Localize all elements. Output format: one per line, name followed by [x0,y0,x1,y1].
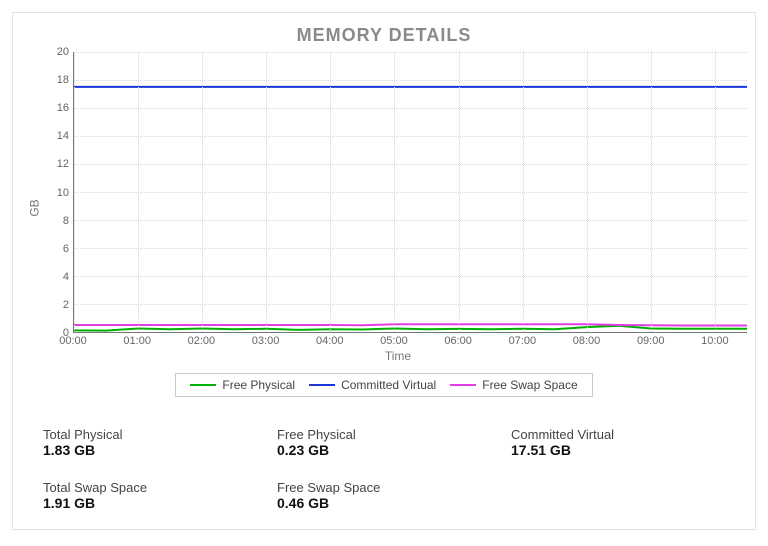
chart-column: 02468101214161820 00:0001:0002:0003:0004… [49,52,747,363]
gridline-h [74,304,747,305]
gridline-v [330,52,331,332]
gridline-h [74,192,747,193]
gridline-h [74,136,747,137]
legend: Free Physical Committed Virtual Free Swap … [175,373,592,397]
gridline-v [74,52,75,332]
x-tick: 05:00 [380,335,408,347]
stat: Committed Virtual17.51 GB [511,427,725,458]
gridline-h [74,164,747,165]
y-tick: 16 [57,102,69,114]
stat-label: Total Physical [43,427,257,442]
memory-details-panel: MEMORY DETAILS GB 02468101214161820 00:0… [12,12,756,530]
gridline-h [74,220,747,221]
y-tick: 12 [57,158,69,170]
legend-label: Free Physical [222,378,295,392]
gridline-v [459,52,460,332]
y-tick: 2 [63,299,69,311]
x-tick: 01:00 [123,335,151,347]
y-tick: 14 [57,130,69,142]
x-tick: 00:00 [59,335,87,347]
y-axis-caption: GB [21,52,49,363]
gridline-h [74,52,747,53]
gridline-v [266,52,267,332]
legend-swatch [309,384,335,386]
x-tick: 10:00 [701,335,729,347]
stat: Total Swap Space1.91 GB [43,480,257,511]
legend-item[interactable]: Committed Virtual [309,378,436,392]
y-tick: 20 [57,46,69,58]
x-tick: 06:00 [444,335,472,347]
y-tick: 8 [63,215,69,227]
stat-label: Total Swap Space [43,480,257,495]
stat: Total Physical1.83 GB [43,427,257,458]
gridline-v [202,52,203,332]
gridline-v [394,52,395,332]
x-tick-row: 00:00 01:00 02:00 03:00 04:00 05:00 06:00 07:00… [49,333,747,349]
legend-swatch [190,384,216,386]
stat-label: Committed Virtual [511,427,725,442]
gridline-v [523,52,524,332]
legend-item[interactable]: Free Swap Space [450,378,577,392]
x-axis-ticks: 00:0001:0002:0003:0004:0005:0006:0007:00… [73,333,747,349]
memory-stats: Total Physical1.83 GB Free Physical0.23 G… [43,427,725,511]
stat: Free Swap Space0.46 GB [277,480,491,511]
gridline-h [74,248,747,249]
stat-value: 17.51 GB [511,442,725,458]
panel-title: MEMORY DETAILS [13,25,755,46]
legend-label: Free Swap Space [482,378,577,392]
y-axis-label: GB [28,199,42,216]
stat-label: Free Physical [277,427,491,442]
gridline-h [74,276,747,277]
legend-swatch [450,384,476,386]
x-tick: 03:00 [252,335,280,347]
plot[interactable] [73,52,747,333]
legend-wrap: Free Physical Committed Virtual Free Swap … [13,373,755,397]
legend-item[interactable]: Free Physical [190,378,295,392]
legend-label: Committed Virtual [341,378,436,392]
x-tick: 09:00 [637,335,665,347]
gridline-v [587,52,588,332]
stat: Free Physical0.23 GB [277,427,491,458]
stat-value: 0.46 GB [277,495,491,511]
y-tick: 4 [63,271,69,283]
stat-value: 1.83 GB [43,442,257,458]
series-line [74,326,747,331]
gridline-h [74,108,747,109]
stat-value: 1.91 GB [43,495,257,511]
stat-label: Free Swap Space [277,480,491,495]
stat-value: 0.23 GB [277,442,491,458]
y-axis-ticks: 02468101214161820 [49,52,73,333]
x-tick: 08:00 [573,335,601,347]
gridline-v [715,52,716,332]
gridline-h [74,80,747,81]
series-line [74,324,747,325]
gridline-v [651,52,652,332]
chart-row: 02468101214161820 [49,52,747,333]
y-tick: 10 [57,187,69,199]
x-axis-label: Time [49,349,747,363]
chart-area: GB 02468101214161820 00:0001:0002:0003:0… [13,52,755,363]
gridline-v [138,52,139,332]
x-tick: 07:00 [509,335,537,347]
x-tick: 04:00 [316,335,344,347]
y-tick: 18 [57,74,69,86]
y-tick: 6 [63,243,69,255]
x-tick: 02:00 [188,335,216,347]
